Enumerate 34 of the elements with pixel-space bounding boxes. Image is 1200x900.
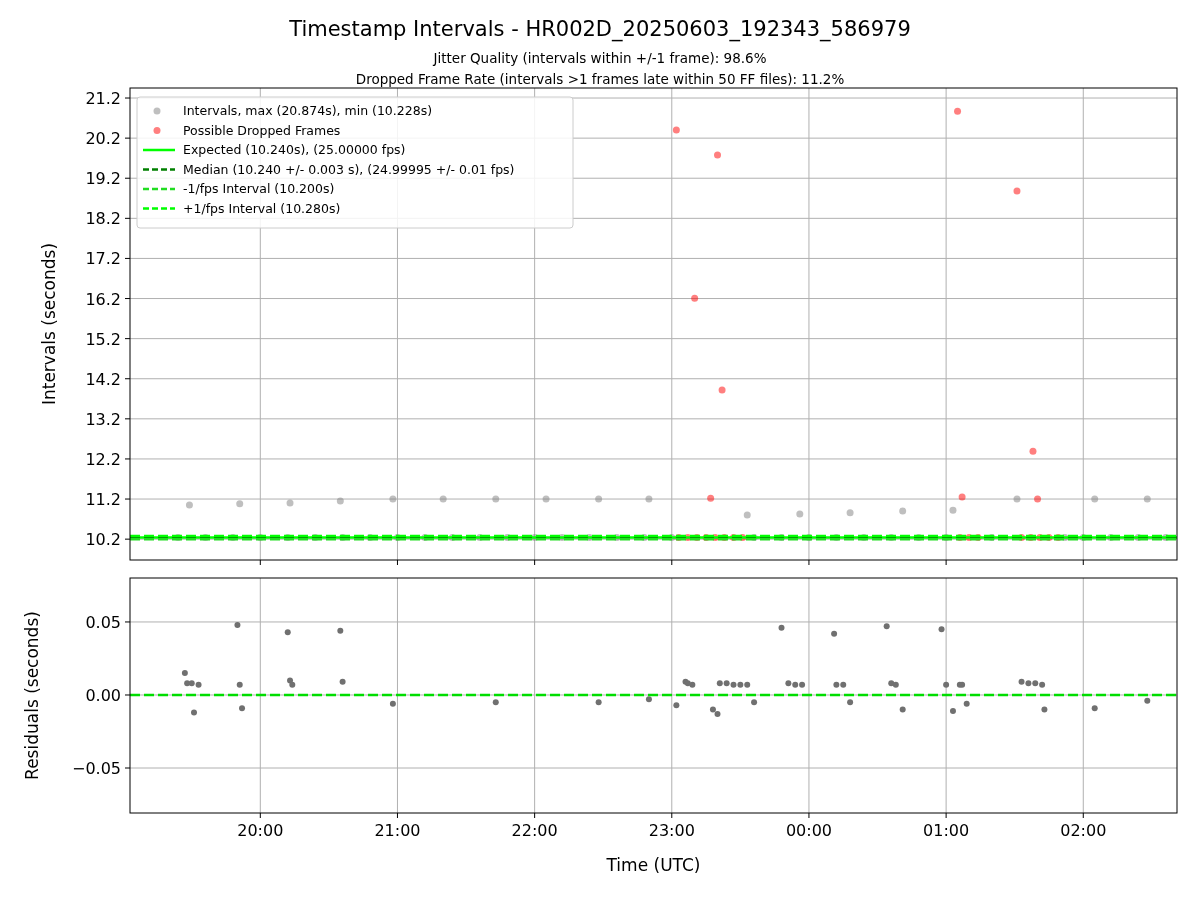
legend-label: +1/fps Interval (10.280s) [183,200,341,216]
tick-label: 10.2 [85,530,121,550]
tick-label: 11.2 [85,490,121,510]
tick-label: 19.2 [85,169,121,189]
tick-label: 23:00 [648,821,695,840]
tick-label: 20.2 [85,129,121,149]
legend-label: Median (10.240 +/- 0.003 s), (24.99995 +/- 0.01 fps) [183,161,515,177]
tick-label: 02:00 [1060,821,1107,840]
tick-label: −0.05 [71,759,121,778]
legend-label: -1/fps Interval (10.200s) [183,181,335,196]
tick-label: 00:00 [785,821,832,840]
legend-label: Intervals, max (20.874s), min (10.228s) [183,103,433,118]
tick-label: 21.2 [85,89,121,109]
tick-label: 0.05 [85,612,121,632]
chart-title: Timestamp Intervals - HR002D_20250603_192343_586979 [289,17,911,41]
tick-label: 15.2 [85,329,121,349]
chart-subtitle: Jitter Quality (intervals within +/-1 frame): 98.6% [433,50,767,66]
legend-label: Possible Dropped Frames [183,122,341,138]
axis-label: Residuals (seconds) [22,611,42,780]
legend-label: Expected (10.240s), (25.00000 fps) [183,142,406,157]
axis-label: Intervals (seconds) [39,242,59,406]
tick-label: 16.2 [85,289,121,309]
tick-label: 17.2 [85,249,121,269]
tick-label: 21:00 [374,821,421,840]
tick-label: 22:00 [511,821,558,840]
axis-label: Time (UTC) [606,855,701,875]
chart-subtitle: Dropped Frame Rate (intervals >1 frames late within 50 FF files): 11.2% [355,71,845,87]
tick-label: 0.00 [85,686,121,705]
tick-label: 13.2 [85,409,121,429]
tick-label: 12.2 [85,449,121,469]
tick-label: 14.2 [85,369,121,389]
tick-label: 18.2 [85,209,121,229]
tick-label: 01:00 [923,821,970,840]
tick-label: 20:00 [237,821,284,840]
